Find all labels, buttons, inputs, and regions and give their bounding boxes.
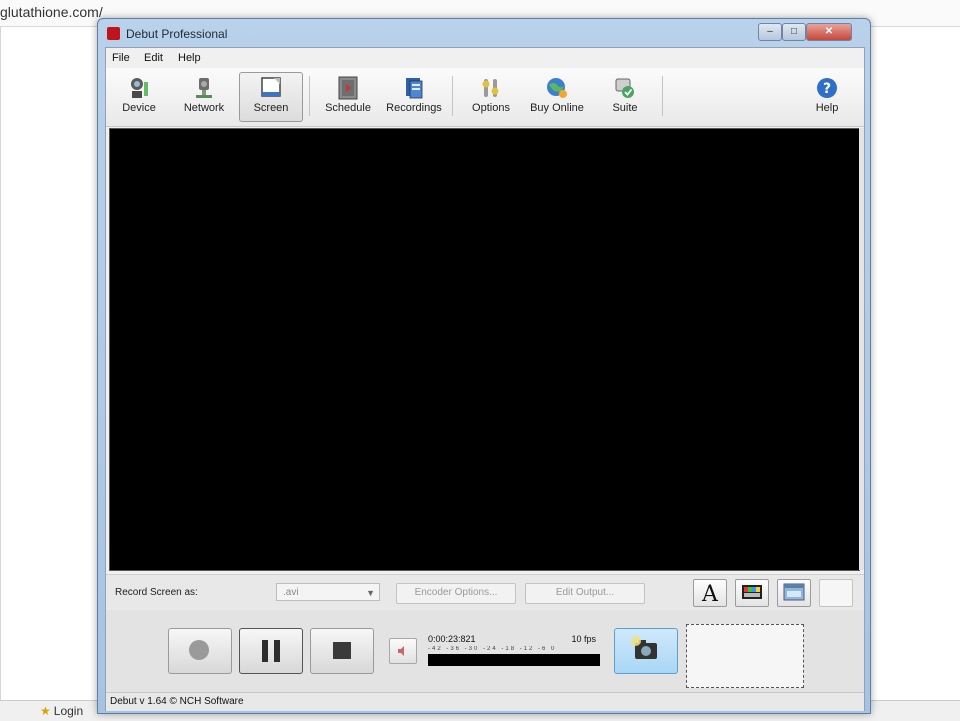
record-options-bar: Record Screen as: .avi ▼ Encoder Options…	[106, 574, 864, 611]
toolbar-suite-button[interactable]: Suite	[593, 72, 657, 122]
audio-level-meter	[428, 654, 600, 666]
toolbar-separator	[309, 76, 310, 116]
menu-help[interactable]: Help	[178, 52, 201, 64]
screen-icon	[261, 77, 281, 97]
toolbar-help-button[interactable]: ? Help	[795, 72, 859, 122]
chevron-down-icon: ▼	[366, 588, 375, 598]
menu-file[interactable]: File	[112, 52, 130, 64]
debut-window: Debut Professional – □ ✕ File Edit Help …	[97, 18, 871, 714]
camera-snapshot-icon	[631, 636, 657, 659]
overlay-button[interactable]	[819, 579, 853, 607]
svg-text:A: A	[701, 582, 719, 604]
record-icon	[189, 640, 209, 660]
options-icon	[482, 79, 499, 97]
toolbar-separator	[452, 76, 453, 116]
toolbar-network-label: Network	[183, 102, 225, 114]
record-button[interactable]	[168, 628, 232, 674]
toolbar-schedule-label: Schedule	[325, 102, 371, 114]
maximize-button[interactable]: □	[782, 23, 806, 41]
close-button[interactable]: ✕	[806, 23, 852, 41]
video-preview	[109, 128, 860, 571]
recording-timer: 0:00:23:821	[428, 634, 476, 644]
toolbar-device-button[interactable]: Device	[107, 72, 171, 122]
favorite-label: Login	[53, 704, 84, 718]
snapshot-button[interactable]	[614, 628, 678, 674]
stop-button[interactable]	[310, 628, 374, 674]
toolbar-suite-label: Suite	[612, 102, 638, 114]
toolbar-separator	[662, 76, 663, 116]
window-title: Debut Professional	[126, 27, 228, 41]
menu-edit[interactable]: Edit	[144, 52, 163, 64]
menu-bar: File Edit Help	[106, 48, 864, 68]
record-screen-as-label: Record Screen as:	[115, 587, 198, 598]
favorite-item-login[interactable]: ★ Login	[40, 704, 83, 718]
status-bar-text: Debut v 1.64 © NCH Software	[110, 696, 244, 707]
toolbar-schedule-button[interactable]: Schedule	[316, 72, 380, 122]
video-effects-button[interactable]	[777, 579, 811, 607]
recordings-icon	[406, 78, 423, 99]
main-toolbar: Device Network Screen Schedule Recording…	[106, 68, 864, 127]
toolbar-options-button[interactable]: Options	[459, 72, 523, 122]
edit-output-button[interactable]: Edit Output...	[525, 583, 645, 604]
snapshot-thumbnail[interactable]	[686, 624, 804, 688]
recording-status: 0:00:23:821 10 fps -42 -36 -30 -24 -18 -…	[424, 634, 600, 674]
preview-right-edge	[859, 128, 864, 570]
window-titlebar[interactable]: Debut Professional – □ ✕	[98, 19, 870, 47]
app-icon	[107, 27, 120, 40]
minimize-button[interactable]: –	[758, 23, 782, 41]
frame-rate: 10 fps	[571, 634, 596, 644]
output-format-select[interactable]: .avi ▼	[276, 583, 380, 601]
speaker-icon	[398, 646, 404, 656]
toolbar-device-label: Device	[122, 102, 156, 114]
output-format-value: .avi	[283, 587, 299, 598]
transport-controls: 0:00:23:821 10 fps -42 -36 -30 -24 -18 -…	[106, 610, 864, 692]
text-caption-button[interactable]: A	[693, 579, 727, 607]
schedule-icon	[338, 76, 358, 100]
encoder-options-button[interactable]: Encoder Options...	[396, 583, 516, 604]
audio-meter-scale: -42 -36 -30 -24 -18 -12 -6 0	[428, 646, 557, 652]
toolbar-screen-label: Screen	[253, 102, 289, 114]
toolbar-screen-button[interactable]: Screen	[239, 72, 303, 122]
toolbar-help-label: Help	[815, 102, 839, 114]
color-adjust-button[interactable]	[735, 579, 769, 607]
toolbar-network-button[interactable]: Network	[172, 72, 236, 122]
network-icon	[196, 78, 212, 98]
text-caption-icon: A	[701, 582, 719, 607]
toolbar-options-label: Options	[472, 102, 510, 114]
audio-monitor-button[interactable]	[389, 638, 417, 664]
svg-text:?: ?	[823, 81, 831, 97]
globe-cart-icon	[547, 78, 567, 98]
browser-url-text: glutathione.com/	[0, 4, 103, 20]
star-icon: ★	[40, 704, 51, 718]
color-bars-icon	[742, 585, 762, 599]
video-effects-icon	[783, 583, 805, 601]
stop-icon	[333, 642, 351, 659]
status-bar: Debut v 1.64 © NCH Software	[106, 692, 864, 711]
browser-border	[0, 26, 1, 700]
toolbar-buy-online-label: Buy Online	[530, 102, 584, 114]
toolbar-recordings-button[interactable]: Recordings	[382, 72, 446, 122]
toolbar-recordings-label: Recordings	[386, 102, 442, 114]
pause-button[interactable]	[239, 628, 303, 674]
webcam-icon	[131, 78, 148, 98]
suite-icon	[615, 78, 634, 98]
help-icon: ?	[817, 78, 837, 98]
window-client-area: File Edit Help Device Network Screen Sch…	[105, 47, 865, 711]
toolbar-buy-online-button[interactable]: Buy Online	[525, 72, 589, 122]
